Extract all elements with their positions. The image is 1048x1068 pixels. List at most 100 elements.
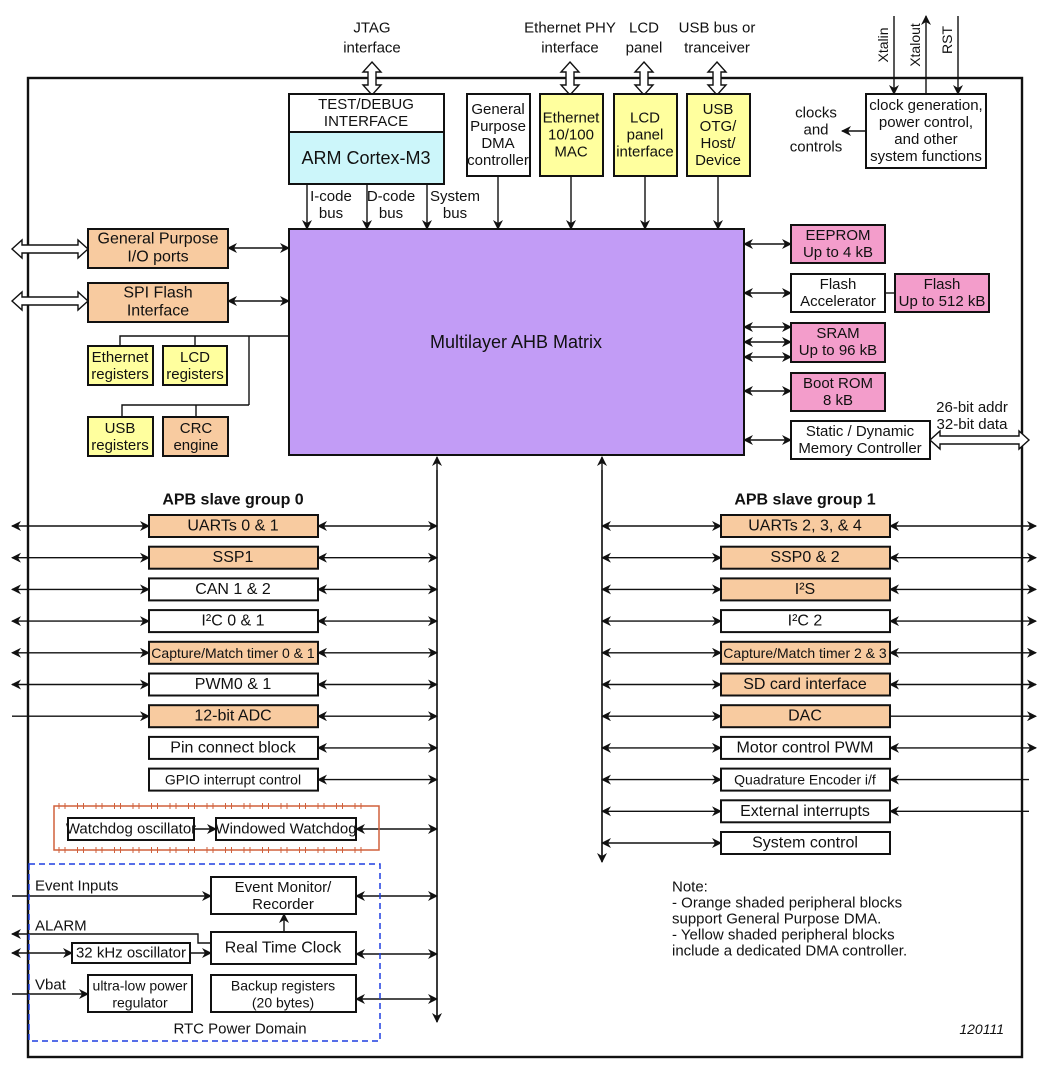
flash-accel-label-line: Accelerator: [800, 293, 876, 310]
apb1-peripheral-label-9: External interrupts: [740, 803, 870, 820]
crc-label-line: engine: [173, 437, 218, 454]
usb-regs-label-line: USB: [105, 420, 136, 437]
apb0-peripheral-label-5-line: PWM0 & 1: [195, 676, 272, 693]
usb-label-line: Host/: [700, 135, 736, 152]
lcd-panel-label: LCD panel: [626, 20, 663, 57]
apb0-peripheral-label-7: Pin connect block: [170, 739, 296, 756]
ahb-matrix-label-line: Multilayer AHB Matrix: [430, 332, 602, 352]
apb1-peripheral-label-4-line: Capture/Match timer 2 & 3: [723, 645, 887, 661]
clocks-controls-label-line: clocks: [795, 105, 837, 122]
cortex-label: ARM Cortex-M3: [301, 148, 430, 168]
sram-label-line: SRAM: [816, 325, 859, 342]
emc-label: Static / DynamicMemory Controller: [798, 423, 921, 457]
gp-dma-label-line: General: [471, 101, 524, 118]
apb0-peripheral-label-6: 12-bit ADC: [194, 708, 271, 725]
event-inputs-label: Event Inputs: [35, 878, 118, 895]
apb0-title-line: APB slave group 0: [162, 492, 303, 509]
test-debug-label-line: INTERFACE: [324, 113, 408, 130]
apb0-peripheral-label-5: PWM0 & 1: [195, 676, 272, 693]
note-text-line: include a dedicated DMA controller.: [672, 943, 907, 960]
eth-regs-label-line: Ethernet: [92, 349, 150, 366]
addr-data-label: 26-bit addr32-bit data: [936, 399, 1008, 433]
cortex-bus-label-0: I-codebus: [310, 188, 352, 222]
ethernet-mac-label-line: MAC: [554, 144, 588, 161]
ahb-matrix-label: Multilayer AHB Matrix: [430, 332, 602, 352]
osc32k-label: 32 kHz oscillator: [76, 945, 186, 962]
sram-label-line: Up to 96 kB: [799, 342, 877, 359]
lcd-panel-label-line: LCD: [629, 20, 659, 37]
usb-crc-branch: [121, 404, 249, 417]
cortex-bus-label-0-line: bus: [319, 205, 343, 222]
alarm-label: ALARM: [35, 918, 87, 935]
crc-label: CRCengine: [173, 420, 218, 454]
jtag-label-line: interface: [343, 40, 401, 57]
apb1-peripheral-label-0: UARTs 2, 3, & 4: [748, 518, 862, 535]
cortex-bus-label-1: D-codebus: [367, 188, 415, 222]
apb0-peripheral-label-0-line: UARTs 0 & 1: [187, 518, 278, 535]
gp-dma-label-line: DMA: [481, 135, 514, 152]
clocks-controls-label: clocksandcontrols: [790, 105, 843, 156]
event-inputs-label-line: Event Inputs: [35, 878, 118, 895]
usb-bus-label-line: tranceiver: [684, 40, 750, 57]
lpc17xx-block-diagram: JTAG interface Ethernet PHYinterface LCD pan…: [10, 15, 1037, 1059]
cortex-bus-label-1-line: bus: [379, 205, 403, 222]
usb-bus-label: USB bus or tranceiver: [679, 20, 756, 57]
cortex-bus-label-1-line: D-code: [367, 188, 415, 205]
regulator-label-line: regulator: [112, 995, 168, 1011]
usb-regs-label-line: registers: [91, 437, 149, 454]
apb1-peripheral-label-1-line: SSP0 & 2: [770, 549, 839, 566]
apb0-peripheral-label-1: SSP1: [213, 549, 254, 566]
apb1-peripheral-label-0-line: UARTs 2, 3, & 4: [748, 518, 862, 535]
jtag-label-line: JTAG: [353, 20, 390, 37]
apb1-peripheral-label-6-line: DAC: [788, 708, 822, 725]
windowed-watchdog-label-line: Windowed Watchdog: [215, 821, 356, 838]
apb1-peripheral-label-8-line: Quadrature Encoder i/f: [734, 772, 876, 788]
rtc-domain-label: RTC Power Domain: [173, 1021, 306, 1038]
flash-accel-label-line: Flash: [820, 276, 857, 293]
note-text-line: Note:: [672, 879, 708, 896]
eth-regs-label: Ethernetregisters: [91, 349, 149, 383]
apb1-peripheral-label-1: SSP0 & 2: [770, 549, 839, 566]
vbat-label: Vbat: [35, 977, 67, 994]
note-text-line: - Orange shaded peripheral blocks: [672, 895, 902, 912]
clock-gen-label-line: system functions: [870, 148, 982, 165]
apb0-title: APB slave group 0: [162, 492, 303, 509]
gp-dma-label-line: Purpose: [470, 118, 526, 135]
usb-bus-label-line: USB bus or: [679, 20, 756, 37]
usb-label-line: OTG/: [700, 118, 737, 135]
note-text-line: support General Purpose DMA.: [672, 911, 881, 928]
rtc-label: Real Time Clock: [225, 940, 342, 957]
eeprom-label: EEPROMUp to 4 kB: [803, 227, 873, 261]
apb1-peripheral-label-6: DAC: [788, 708, 822, 725]
lcd-panel-label-line: panel: [626, 40, 663, 57]
eeprom-label-line: EEPROM: [805, 227, 870, 244]
windowed-watchdog-label: Windowed Watchdog: [215, 821, 356, 838]
gpio-label-line: I/O ports: [127, 249, 188, 266]
apb0-peripheral-label-2-line: CAN 1 & 2: [195, 581, 271, 598]
lcd-interface-label-line: interface: [616, 144, 674, 161]
ethernet-phy-label: Ethernet PHY interface: [524, 20, 616, 57]
emc-label-line: Static / Dynamic: [806, 423, 915, 440]
clock-gen-label-line: and other: [894, 131, 957, 148]
gpio-label-line: General Purpose: [98, 231, 219, 248]
apb1-peripheral-label-3-line: I²C 2: [788, 613, 823, 630]
emc-label-line: Memory Controller: [798, 440, 921, 457]
eeprom-label-line: Up to 4 kB: [803, 244, 873, 261]
clock-gen-label-line: clock generation,: [869, 97, 982, 114]
spifi-label-line: Interface: [127, 303, 189, 320]
apb1-peripheral-label-3: I²C 2: [788, 613, 823, 630]
test-debug-label: TEST/DEBUGINTERFACE: [318, 96, 414, 130]
vbat-label-line: Vbat: [35, 977, 67, 994]
test-debug-label-line: TEST/DEBUG: [318, 96, 414, 113]
cortex-bus-label-2-line: bus: [443, 205, 467, 222]
jtag-label: JTAG interface: [343, 20, 401, 57]
xtalin-label: Xtalin: [875, 27, 891, 62]
ethernet-mac-label-line: 10/100: [548, 127, 594, 144]
watchdog-osc-label: Watchdog oscillator: [66, 821, 196, 838]
apb0-peripheral-label-4: Capture/Match timer 0 & 1: [151, 645, 315, 661]
gpio-external-bus: [10, 238, 90, 260]
flash-label-line: Flash: [924, 276, 961, 293]
spifi-external-bus: [10, 290, 90, 312]
spifi-label: SPI FlashInterface: [123, 285, 192, 320]
apb0-peripheral-label-3: I²C 0 & 1: [201, 613, 264, 630]
